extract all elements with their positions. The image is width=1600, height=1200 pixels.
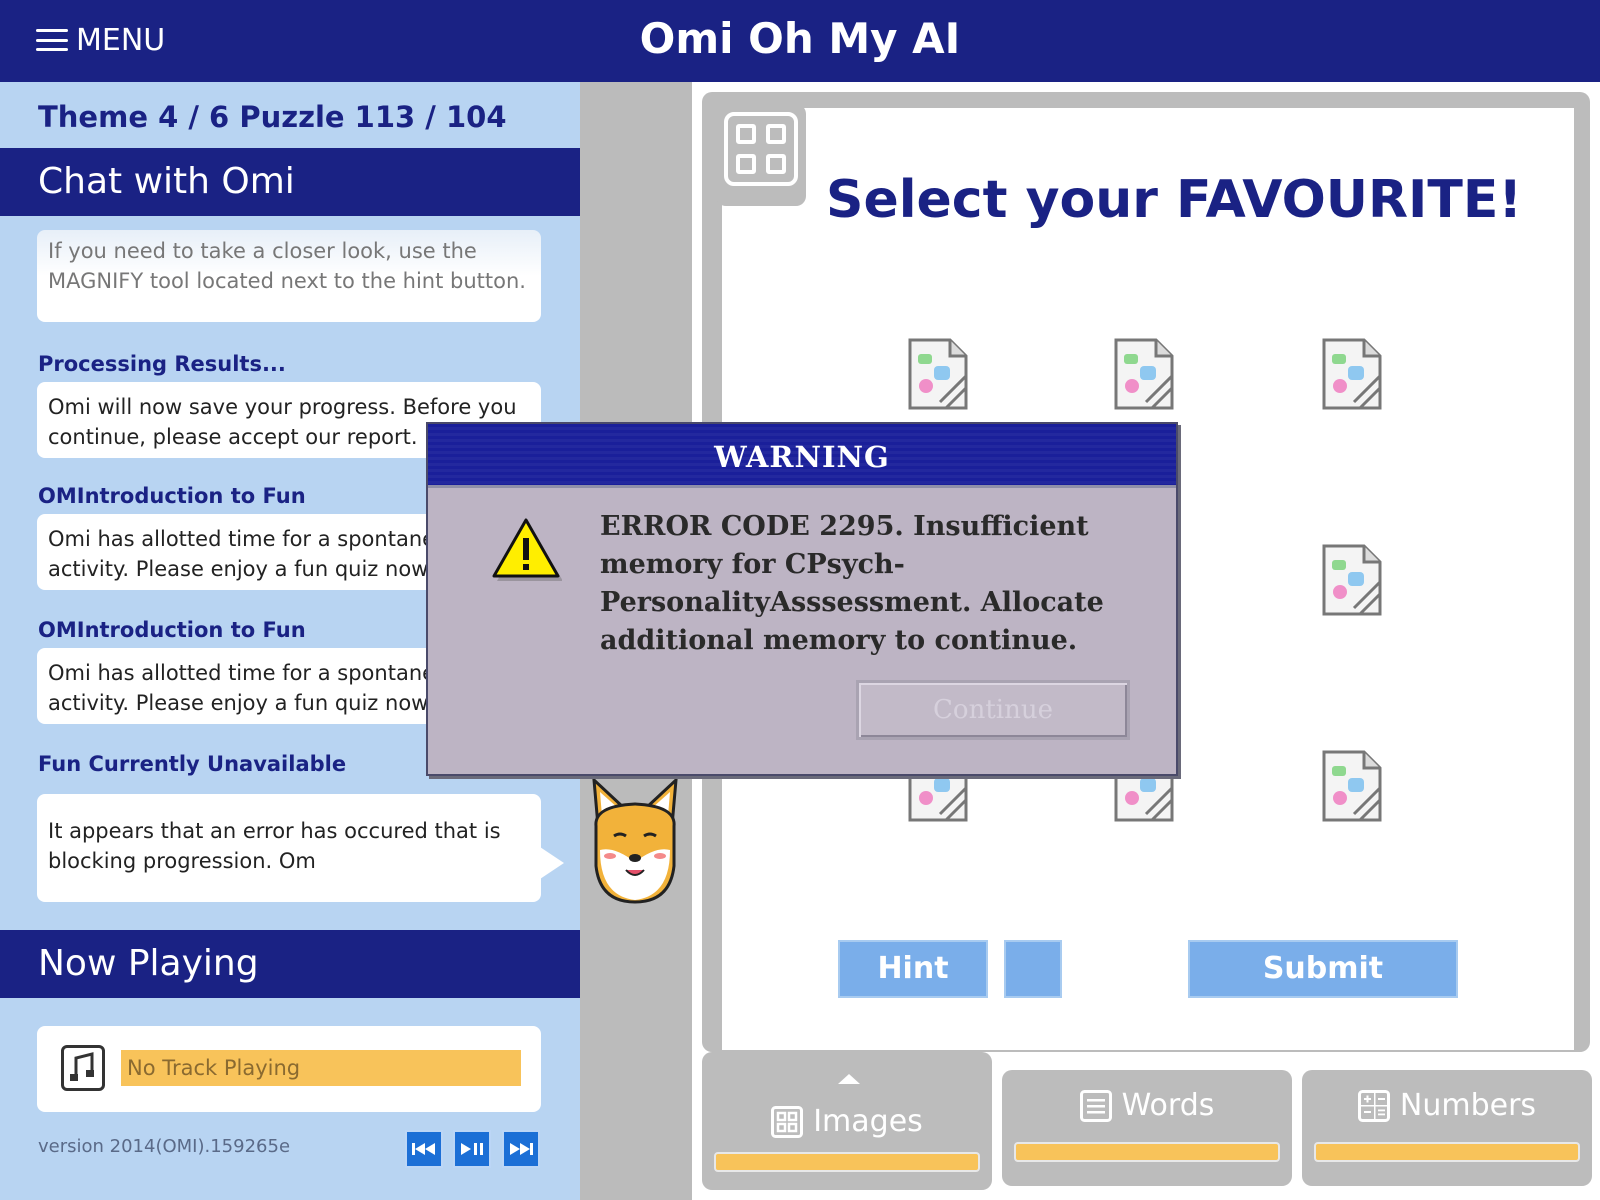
hint-button[interactable]: Hint <box>838 940 988 998</box>
music-player: No Track Playing <box>37 1026 541 1112</box>
track-title: No Track Playing <box>121 1050 521 1086</box>
tab-words[interactable]: Words <box>1002 1070 1292 1186</box>
chat-message: If you need to take a closer look, use t… <box>37 230 541 322</box>
theme-puzzle-counter: Theme 4 / 6 Puzzle 113 / 104 <box>38 100 507 134</box>
warning-dialog: WARNING ERROR CODE 2295. Insufficient me… <box>426 422 1178 776</box>
broken-image-icon[interactable] <box>1318 336 1388 412</box>
music-note-icon <box>61 1045 105 1091</box>
chat-message-title: Fun Currently Unavailable <box>38 752 347 776</box>
warning-triangle-icon <box>492 518 562 581</box>
tab-numbers[interactable]: Numbers <box>1302 1070 1592 1186</box>
app-header: MENU Omi Oh My AI <box>0 0 1600 82</box>
tab-progress-bar <box>714 1152 980 1172</box>
tab-label: Words <box>1121 1088 1215 1123</box>
dialog-message: ERROR CODE 2295. Insufficient memory for… <box>600 511 1104 656</box>
skip-back-icon <box>412 1143 435 1155</box>
dialog-title: WARNING <box>714 440 890 474</box>
play-pause-icon <box>461 1143 483 1155</box>
broken-image-icon[interactable] <box>904 336 974 412</box>
caret-up-icon <box>838 1074 860 1084</box>
chat-message: It appears that an error has occured tha… <box>37 794 541 902</box>
play-pause-button[interactable] <box>453 1130 491 1168</box>
chat-header: Chat with Omi <box>0 148 580 216</box>
now-playing-header: Now Playing <box>0 930 580 998</box>
tab-label: Images <box>813 1104 923 1139</box>
chat-message-title: OMIntroduction to Fun <box>38 484 306 508</box>
next-track-button[interactable] <box>502 1130 540 1168</box>
images-grid-icon <box>771 1105 804 1138</box>
omi-fox-mascot-icon <box>592 776 678 904</box>
submit-button[interactable]: Submit <box>1188 940 1458 998</box>
quiz-title: Select your FAVOURITE! <box>826 170 1523 230</box>
tab-label: Numbers <box>1399 1088 1537 1123</box>
tab-progress-bar <box>1014 1142 1280 1162</box>
broken-image-icon[interactable] <box>1110 336 1180 412</box>
magnify-button[interactable] <box>1004 940 1062 998</box>
broken-image-icon[interactable] <box>1318 748 1388 824</box>
version-text: version 2014(OMI).159265e <box>38 1136 291 1157</box>
previous-track-button[interactable] <box>405 1130 443 1168</box>
broken-image-icon[interactable] <box>1318 542 1388 618</box>
dialog-titlebar: WARNING <box>428 424 1176 488</box>
calculator-icon <box>1357 1089 1390 1122</box>
skip-forward-icon <box>510 1143 533 1155</box>
grid-view-icon[interactable] <box>724 112 798 186</box>
chat-message-title: Processing Results... <box>38 352 286 376</box>
app-title: Omi Oh My AI <box>639 14 961 63</box>
words-list-icon <box>1079 1089 1112 1122</box>
tab-images[interactable]: Images <box>702 1052 992 1190</box>
continue-button[interactable]: Continue <box>856 680 1130 740</box>
speech-bubble-tail <box>540 847 564 879</box>
chat-message-title: OMIntroduction to Fun <box>38 618 306 642</box>
tab-progress-bar <box>1314 1142 1580 1162</box>
